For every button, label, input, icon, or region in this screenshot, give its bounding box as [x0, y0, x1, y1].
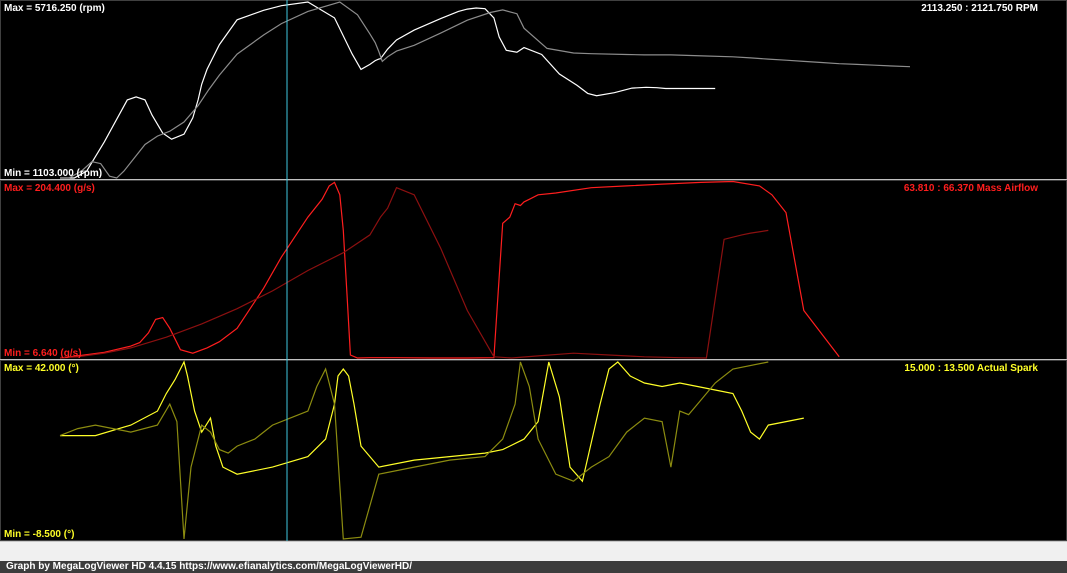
series-line-primary — [60, 1, 716, 179]
min-label: Min = -8.500 (°) — [4, 529, 74, 540]
max-label: Max = 204.400 (g/s) — [4, 183, 95, 194]
series-line-secondary — [60, 1, 911, 179]
max-label: Max = 42.000 (°) — [4, 363, 79, 374]
panel-frame — [0, 360, 1067, 541]
series-line-secondary — [59, 361, 769, 540]
footer-credit: Graph by MegaLogViewer HD 4.4.15 https:/… — [0, 561, 1067, 573]
log-viewer-graph: Max = 5716.250 (rpm) Min = 1103.000 (rpm)… — [0, 0, 1067, 573]
value-readout: 2113.250 : 2121.750 RPM — [921, 3, 1038, 14]
min-label: Min = 6.640 (g/s) — [4, 348, 82, 359]
panel-1: Max = 204.400 (g/s) Min = 6.640 (g/s) 63.8… — [0, 179, 1067, 360]
panel-2: Max = 42.000 (°) Min = -8.500 (°) 15.000 :… — [0, 359, 1067, 541]
max-label: Max = 5716.250 (rpm) — [4, 3, 105, 14]
panel-frame — [0, 180, 1067, 360]
value-readout: 15.000 : 13.500 Actual Spark — [904, 363, 1038, 374]
horizontal-scrollbar[interactable] — [0, 541, 1067, 562]
panel-frame — [0, 0, 1067, 180]
min-label: Min = 1103.000 (rpm) — [4, 168, 102, 179]
series-line-secondary — [59, 186, 769, 359]
panel-0: Max = 5716.250 (rpm) Min = 1103.000 (rpm)… — [0, 0, 1067, 180]
value-readout: 63.810 : 66.370 Mass Airflow — [904, 183, 1038, 194]
chart-svg: Max = 5716.250 (rpm) Min = 1103.000 (rpm)… — [0, 0, 1067, 541]
